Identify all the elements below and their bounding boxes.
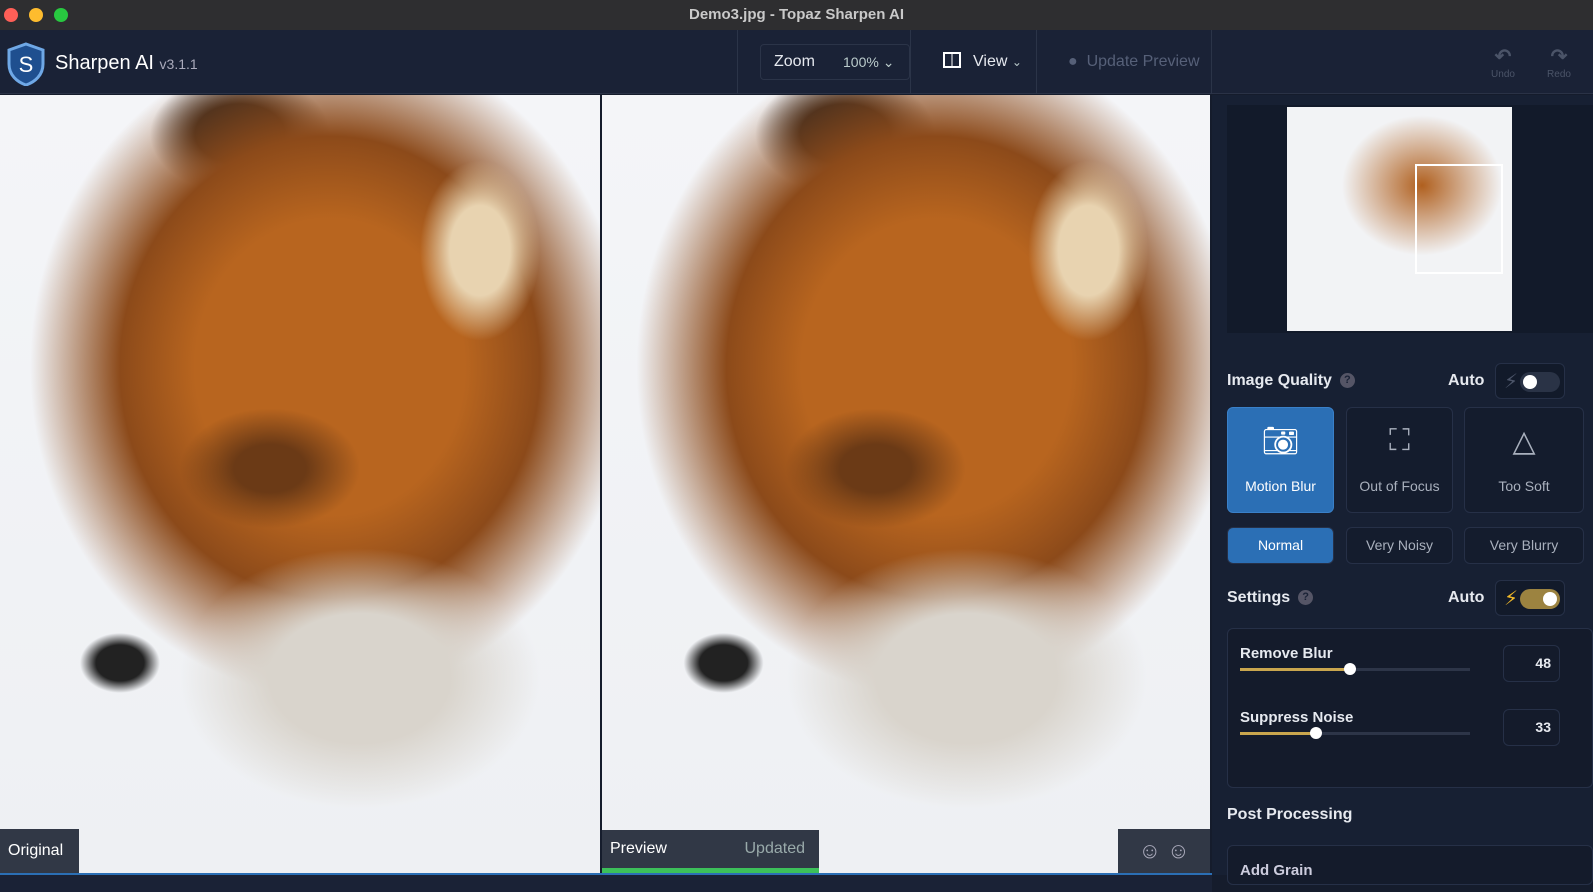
remove-blur-value[interactable]: 48: [1503, 645, 1560, 682]
suppress-noise-label: Suppress Noise: [1240, 709, 1354, 726]
mode-label: Motion Blur: [1245, 478, 1316, 494]
image-quality-auto-label: Auto: [1448, 372, 1485, 389]
settings-panel: Image Quality? Auto ⚡︎ 📷︎ Motion Blur ⛶ Ou…: [1212, 95, 1593, 885]
help-icon[interactable]: ?: [1339, 373, 1355, 389]
level-very-noisy[interactable]: Very Noisy: [1346, 527, 1453, 564]
view-dropdown[interactable]: View ⌄: [943, 52, 1022, 71]
navigator-thumbnail: [1287, 107, 1512, 331]
add-grain-label: Add Grain: [1240, 862, 1313, 879]
settings-title: Settings: [1227, 589, 1291, 606]
preview-label-bar: Preview Updated: [602, 830, 819, 873]
original-label: Original: [0, 829, 79, 873]
suppress-noise-value[interactable]: 33: [1503, 709, 1560, 746]
undo-button[interactable]: ↶ Undo: [1486, 44, 1520, 80]
level-normal[interactable]: Normal: [1227, 527, 1334, 564]
preview-label: Preview: [610, 840, 667, 857]
level-very-blurry[interactable]: Very Blurry: [1464, 527, 1584, 564]
settings-sliders: Remove Blur 48 Suppress Noise 33: [1227, 628, 1593, 788]
lightning-icon: ⚡︎: [1504, 588, 1519, 610]
suppress-noise-slider[interactable]: [1240, 727, 1470, 739]
close-window-button[interactable]: [4, 8, 18, 22]
undo-icon: ↶: [1494, 46, 1512, 68]
title-bar: Demo3.jpg - Topaz Sharpen AI: [0, 0, 1593, 30]
minimize-window-button[interactable]: [29, 8, 43, 22]
feedback-buttons: ☺ ☺: [1118, 829, 1210, 873]
redo-label: Redo: [1547, 69, 1571, 80]
update-preview-button[interactable]: ● Update Preview: [1068, 53, 1200, 71]
settings-auto-label: Auto: [1448, 589, 1485, 606]
maximize-window-button[interactable]: [54, 8, 68, 22]
settings-auto-toggle[interactable]: ⚡︎: [1495, 580, 1565, 616]
image-quality-auto-toggle[interactable]: ⚡︎: [1495, 363, 1565, 399]
app-version: v3.1.1: [159, 56, 198, 72]
remove-blur-label: Remove Blur: [1240, 645, 1333, 662]
post-processing-title: Post Processing: [1227, 806, 1353, 823]
undo-label: Undo: [1491, 69, 1515, 80]
mode-label: Out of Focus: [1359, 478, 1440, 494]
view-label: View: [973, 53, 1008, 70]
update-preview-label: Update Preview: [1086, 53, 1200, 70]
original-image[interactable]: Original: [0, 95, 600, 873]
svg-text:S: S: [19, 52, 34, 77]
camera-motion-icon: 📷︎: [1261, 425, 1300, 458]
neutral-face-icon[interactable]: ☺: [1167, 838, 1189, 863]
image-quality-title: Image Quality: [1227, 372, 1332, 389]
preview-image[interactable]: Preview Updated ☺ ☺: [602, 95, 1210, 873]
lightning-icon: ⚡︎: [1504, 371, 1519, 393]
window-title: Demo3.jpg - Topaz Sharpen AI: [688, 6, 905, 23]
split-view-icon: [943, 52, 961, 68]
zoom-dropdown[interactable]: Zoom 100% ⌄: [760, 44, 910, 80]
navigator[interactable]: [1227, 105, 1593, 333]
zoom-value: 100%: [843, 54, 879, 70]
navigator-viewport[interactable]: [1415, 164, 1503, 274]
status-bar: [0, 873, 1212, 892]
eye-icon: ●: [1068, 53, 1078, 70]
remove-blur-slider[interactable]: [1240, 663, 1470, 675]
prism-icon: △: [1512, 425, 1536, 458]
post-processing-box: Add Grain: [1227, 845, 1593, 885]
mode-label: Too Soft: [1498, 478, 1550, 494]
mode-out-of-focus[interactable]: ⛶ Out of Focus: [1346, 407, 1453, 513]
redo-icon: ↷: [1550, 46, 1568, 68]
redo-button[interactable]: ↷ Redo: [1542, 44, 1576, 80]
happy-face-icon[interactable]: ☺: [1138, 838, 1160, 863]
topaz-logo-icon: S: [7, 42, 45, 86]
zoom-label: Zoom: [774, 53, 815, 70]
focus-person-icon: ⛶: [1389, 424, 1410, 457]
app-name: Sharpen AI: [55, 52, 154, 74]
toolbar: S Sharpen AI v3.1.1 Zoom 100% ⌄ View ⌄ ● …: [0, 30, 1593, 94]
help-icon[interactable]: ?: [1298, 590, 1314, 606]
mode-motion-blur[interactable]: 📷︎ Motion Blur: [1227, 407, 1334, 513]
preview-status: Updated: [744, 840, 806, 857]
mode-too-soft[interactable]: △ Too Soft: [1464, 407, 1584, 513]
